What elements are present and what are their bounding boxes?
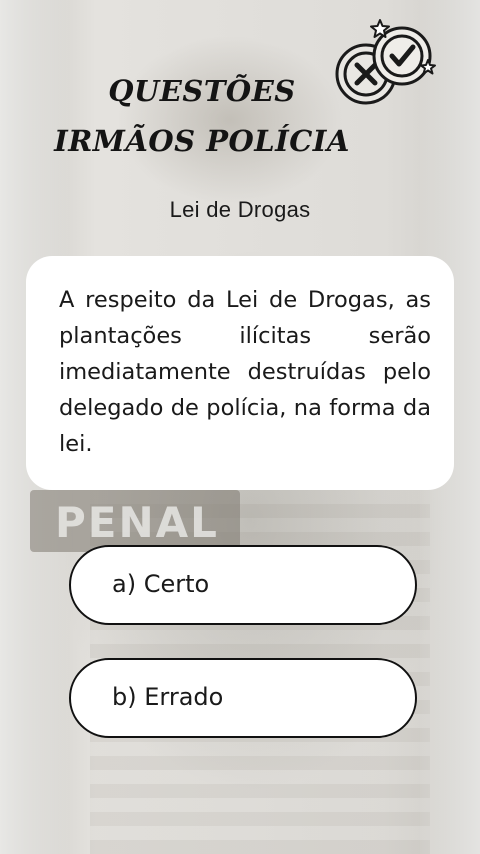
question-card: A respeito da Lei de Drogas, as plantaçõ… (26, 256, 454, 490)
question-text: A respeito da Lei de Drogas, as plantaçõ… (59, 287, 431, 457)
quiz-check-cross-icon (335, 19, 436, 105)
option-b-button[interactable]: b) Errado (69, 658, 417, 738)
option-b-label: b) Errado (112, 683, 224, 711)
option-a-button[interactable]: a) Certo (69, 545, 417, 625)
option-a-label: a) Certo (112, 570, 210, 598)
page-title: QUESTÕES IRMÃOS POLÍCIA (52, 66, 352, 166)
page-title-line2: IRMÃOS POLÍCIA (54, 124, 350, 158)
topic-label: Lei de Drogas (169, 197, 311, 222)
page-title-line1: QUESTÕES (108, 74, 296, 108)
background-patch-text: PENAL (55, 498, 219, 547)
